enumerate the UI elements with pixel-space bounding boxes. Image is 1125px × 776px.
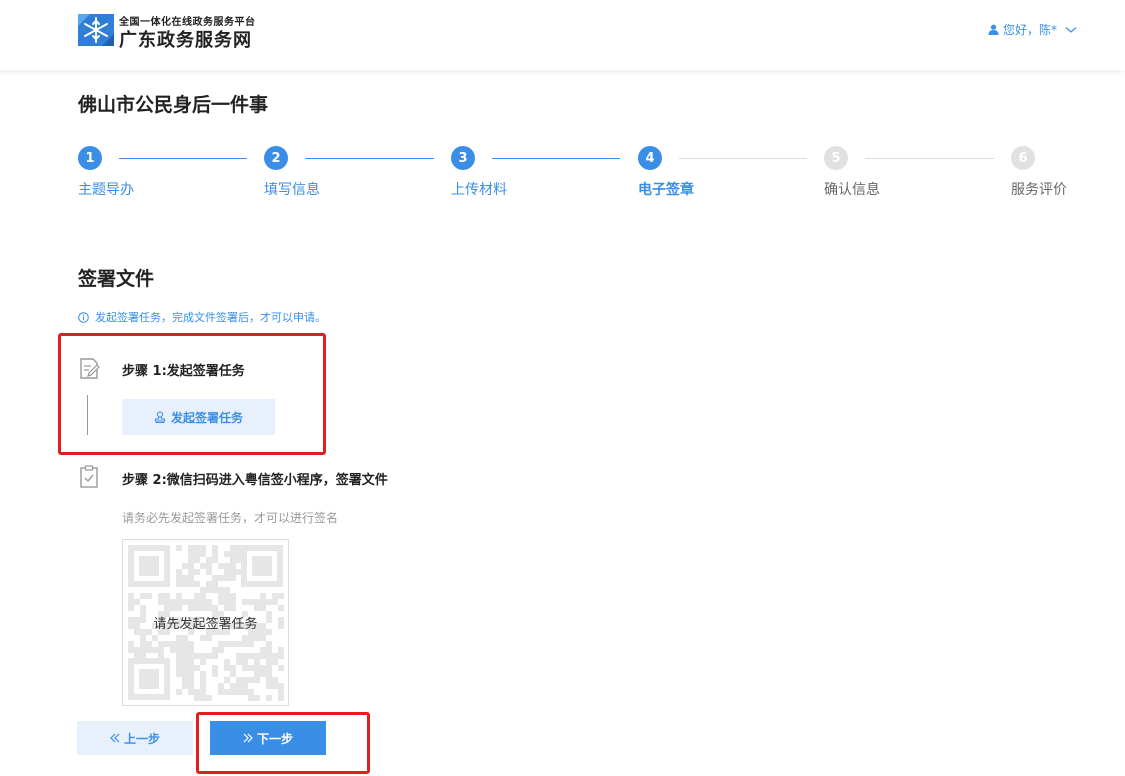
step-connector <box>865 158 994 159</box>
step-label-e-signature: 电子签章 <box>638 182 694 198</box>
step-number: 3 <box>451 146 475 170</box>
step-connector <box>492 158 620 159</box>
edit-document-icon <box>80 358 100 379</box>
step2-title: 步骤 2:微信扫码进入粤信签小程序，签署文件 <box>122 473 388 488</box>
highlight-box <box>58 333 326 455</box>
next-step-button[interactable]: 下一步 <box>210 721 326 755</box>
info-circle-icon <box>78 311 89 323</box>
info-tip-text: 发起签署任务，完成文件签署后，才可以申请。 <box>95 311 326 324</box>
previous-step-button[interactable]: 上一步 <box>77 721 193 755</box>
stamp-icon <box>154 411 166 423</box>
step-number: 1 <box>78 146 102 170</box>
clipboard-check-icon <box>80 465 98 488</box>
user-menu[interactable]: 您好，陈* <box>988 21 1077 38</box>
step-connector <box>679 158 807 159</box>
step-number: 2 <box>264 146 288 170</box>
step-label-fill-info: 填写信息 <box>264 182 320 198</box>
step1-title: 步骤 1:发起签署任务 <box>122 364 245 379</box>
user-greeting: 您好，陈* <box>1002 23 1057 37</box>
user-icon <box>988 24 999 35</box>
next-step-label: 下一步 <box>256 731 293 746</box>
double-chevron-right-icon <box>243 733 253 743</box>
step-label-confirm: 确认信息 <box>824 182 880 198</box>
step-label-evaluate: 服务评价 <box>1011 182 1067 198</box>
step-label-upload: 上传材料 <box>451 182 507 198</box>
qr-overlay-text: 请先发起签署任务 <box>153 617 258 632</box>
step-connector <box>119 158 247 159</box>
initiate-signing-label: 发起签署任务 <box>170 410 243 425</box>
step-number: 4 <box>638 146 662 170</box>
step2-hint: 请务必先发起签署任务，才可以进行签名 <box>122 511 339 525</box>
section-title: 签署文件 <box>78 268 155 290</box>
step-divider <box>87 395 88 435</box>
step-label-topic-guide: 主题导办 <box>78 182 134 198</box>
page-title: 佛山市公民身后一件事 <box>78 94 269 116</box>
snowflake-logo-icon <box>78 14 114 46</box>
step-number: 5 <box>824 146 848 170</box>
step-number: 6 <box>1011 146 1035 170</box>
previous-step-label: 上一步 <box>123 731 160 746</box>
info-tip: 发起签署任务，完成文件签署后，才可以申请。 <box>78 309 326 325</box>
chevron-down-icon <box>1065 26 1077 33</box>
step-connector <box>305 158 434 159</box>
double-chevron-left-icon <box>110 733 120 743</box>
initiate-signing-button[interactable]: 发起签署任务 <box>122 399 275 435</box>
qr-code-placeholder: 请先发起签署任务 <box>122 539 289 706</box>
brand-title: 广东政务服务网 <box>119 30 252 51</box>
top-header: 全国一体化在线政务服务平台 广东政务服务网 您好，陈* <box>0 0 1125 70</box>
